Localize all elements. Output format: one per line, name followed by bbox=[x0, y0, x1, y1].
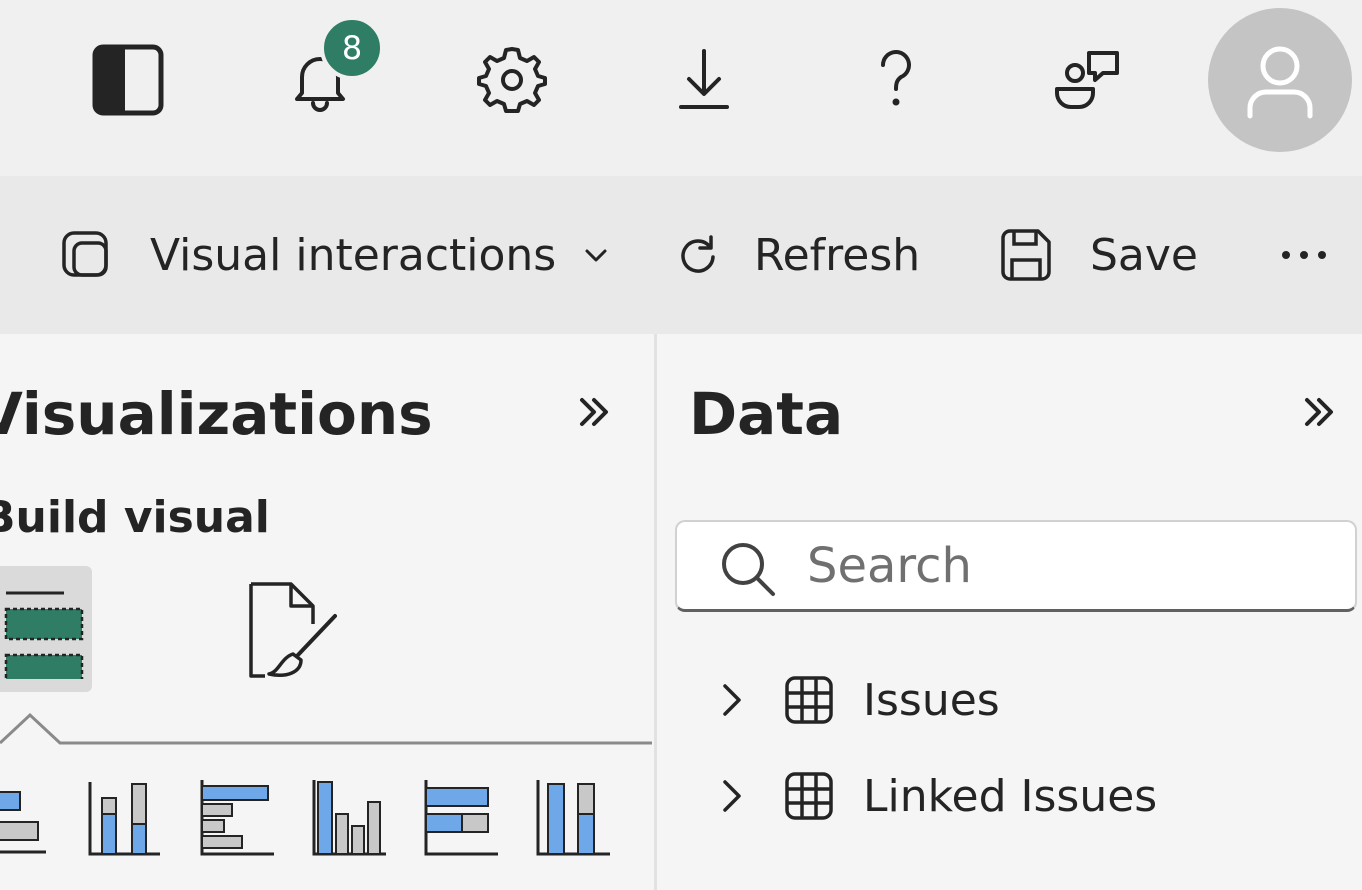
table-label: Issues bbox=[863, 674, 1000, 726]
format-visual-tab[interactable] bbox=[230, 570, 350, 686]
person-icon bbox=[1247, 46, 1313, 119]
double-chevron-right-icon bbox=[1305, 398, 1333, 426]
download-icon[interactable] bbox=[654, 30, 754, 130]
double-chevron-right-icon bbox=[580, 398, 608, 426]
clustered-column-chart-icon[interactable] bbox=[308, 774, 392, 864]
search-input[interactable] bbox=[807, 530, 1327, 602]
top-bar: 8 bbox=[0, 0, 1362, 176]
avatar[interactable] bbox=[1208, 8, 1352, 152]
help-icon[interactable] bbox=[846, 30, 946, 130]
more-options-button[interactable] bbox=[1278, 176, 1330, 334]
collapse-data-button[interactable] bbox=[1291, 384, 1347, 440]
build-visual-icon bbox=[4, 591, 84, 679]
search-icon bbox=[722, 543, 775, 596]
save-label: Save bbox=[1090, 229, 1199, 281]
build-visual-label: Build visual bbox=[0, 492, 270, 543]
data-pane: Data Issues bbox=[657, 334, 1362, 890]
collapse-visualizations-button[interactable] bbox=[566, 384, 622, 440]
clustered-bar-chart-icon[interactable] bbox=[196, 774, 280, 864]
stacked-bar-chart-icon[interactable] bbox=[0, 774, 64, 864]
visualizations-pane: Visualizations Build visual bbox=[0, 334, 654, 890]
table-label: Linked Issues bbox=[863, 770, 1158, 822]
gear-icon[interactable] bbox=[462, 30, 562, 130]
command-bar: Visual interactions Refresh Save bbox=[0, 176, 1362, 334]
more-icon bbox=[1282, 251, 1326, 259]
chevron-right-icon[interactable] bbox=[707, 660, 757, 740]
table-row-linked-issues[interactable]: Linked Issues bbox=[707, 756, 1347, 836]
refresh-icon bbox=[681, 235, 715, 273]
data-title: Data bbox=[689, 380, 844, 448]
visualizations-title: Visualizations bbox=[0, 380, 433, 448]
visual-interactions-label: Visual interactions bbox=[150, 229, 557, 281]
chevron-right-icon[interactable] bbox=[707, 756, 757, 836]
tab-selection-indicator bbox=[0, 712, 652, 745]
build-visual-tab[interactable] bbox=[0, 566, 92, 692]
feedback-icon[interactable] bbox=[1038, 30, 1138, 130]
100-stacked-column-chart-icon[interactable] bbox=[532, 774, 616, 864]
search-box bbox=[675, 520, 1357, 612]
chevron-down-icon bbox=[585, 249, 607, 262]
table-icon bbox=[769, 756, 849, 836]
refresh-button[interactable]: Refresh bbox=[676, 176, 920, 334]
table-row-issues[interactable]: Issues bbox=[707, 660, 1347, 740]
visual-interactions-icon bbox=[62, 231, 108, 277]
notification-count-badge: 8 bbox=[320, 16, 384, 80]
stacked-column-chart-icon[interactable] bbox=[84, 774, 168, 864]
panel-toggle-icon[interactable] bbox=[78, 30, 178, 130]
100-stacked-bar-chart-icon[interactable] bbox=[420, 774, 504, 864]
save-button[interactable]: Save bbox=[1000, 176, 1198, 334]
save-icon bbox=[1001, 229, 1051, 281]
table-icon bbox=[769, 660, 849, 740]
refresh-label: Refresh bbox=[754, 229, 921, 281]
format-visual-icon bbox=[249, 582, 337, 678]
visual-interactions-button[interactable]: Visual interactions bbox=[60, 176, 610, 334]
